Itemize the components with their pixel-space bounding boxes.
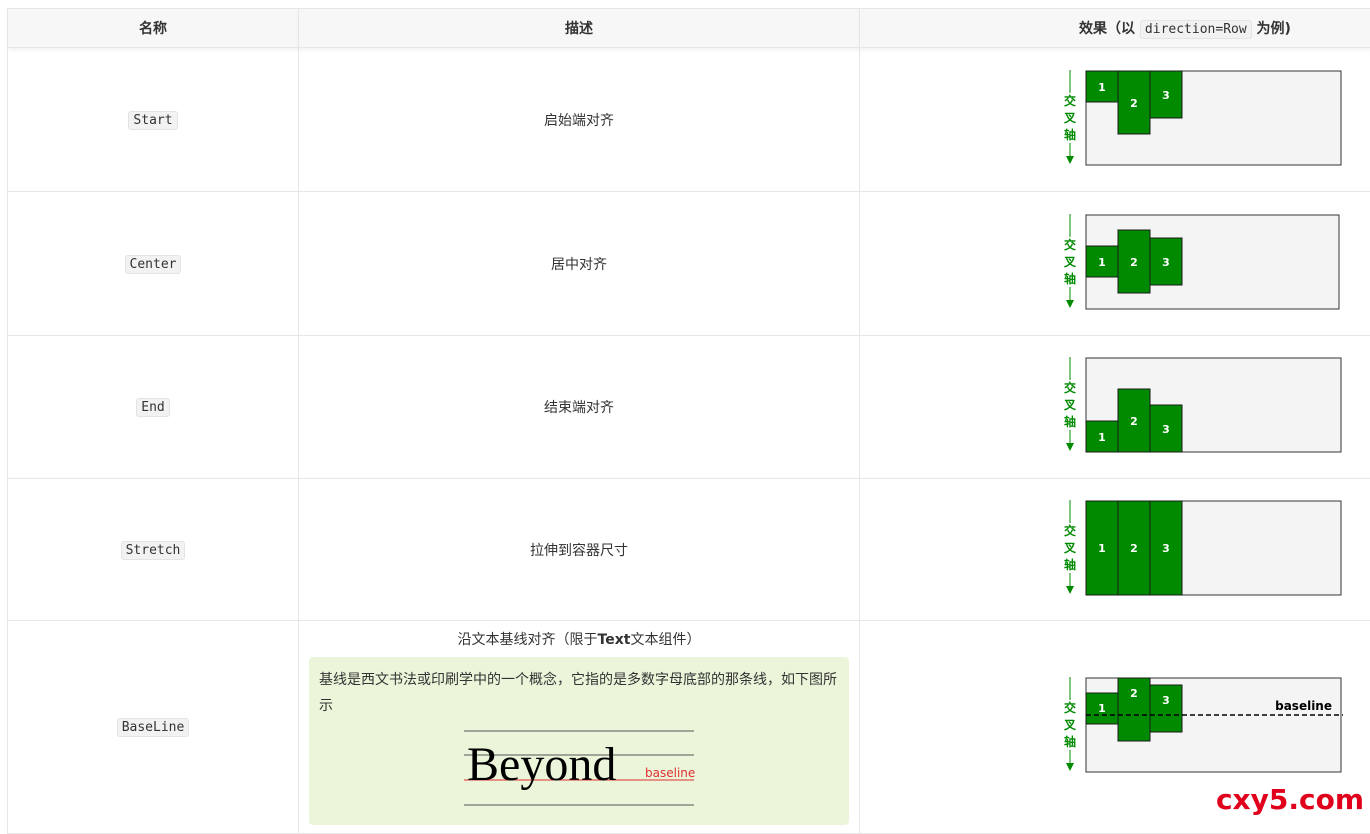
table-header-row: 名称 描述 效果（以 direction=Row 为例) [8,9,1370,48]
axis-label: 叉 [1063,398,1077,412]
item-label: 2 [1130,256,1138,269]
baseline-desc: 沿文本基线对齐（限于Text文本组件） [299,629,859,649]
axis-label: 交 [1064,380,1076,395]
cell-name: Center [8,192,299,336]
item-label: 2 [1130,415,1138,428]
axis-label: 轴 [1064,734,1076,749]
cell-name: Start [8,48,299,192]
axis-label: 叉 [1063,255,1077,269]
cell-desc: 居中对齐 [299,192,860,336]
diagram-center: 交 叉 轴 1 2 3 [1060,212,1350,312]
baseline-label: baseline [1275,699,1332,713]
figure-baseline-label: baseline [645,766,695,780]
diagram-end: 交 叉 轴 1 2 3 [1060,355,1350,455]
item-label: 2 [1130,97,1138,110]
baseline-figure: Beyond baseline [319,723,839,819]
header-effect-code: direction=Row [1140,20,1252,39]
cell-name: BaseLine [8,621,299,834]
header-effect: 效果（以 direction=Row 为例) [860,9,1370,48]
item-label: 3 [1162,694,1170,707]
align-name: Center [125,255,182,274]
baseline-desc-prefix: 沿文本基线对齐（限于 [458,632,598,648]
axis-label: 轴 [1064,557,1076,572]
axis-label: 叉 [1063,718,1077,732]
cell-name: End [8,336,299,479]
figure-word: Beyond [467,738,616,791]
item-label: 1 [1098,702,1106,715]
align-name: Stretch [121,541,186,560]
cell-desc: 结束端对齐 [299,336,860,479]
baseline-desc-suffix: 文本组件） [630,632,700,648]
diagram-start: 交 叉 轴 1 2 3 [1060,68,1350,168]
watermark: cxy5.com [1216,783,1364,816]
axis-label: 交 [1064,523,1076,538]
table-row: BaseLine 沿文本基线对齐（限于Text文本组件） 基线是西文书法或印刷学… [8,621,1370,834]
cell-desc: 沿文本基线对齐（限于Text文本组件） 基线是西文书法或印刷学中的一个概念，它指… [299,621,860,834]
axis-label: 叉 [1063,541,1077,555]
table-row: Start 启始端对齐 交 叉 轴 1 2 3 [8,48,1370,192]
item-label: 1 [1098,256,1106,269]
header-name: 名称 [8,9,299,48]
flex-align-table: 名称 描述 效果（以 direction=Row 为例) Start 启始端对齐… [7,8,1370,834]
cell-effect: 交 叉 轴 1 2 3 [860,48,1370,192]
baseline-note-text: 基线是西文书法或印刷学中的一个概念，它指的是多数字母底部的那条线，如下图所示 [319,667,839,719]
diagram-baseline: 交 叉 轴 1 2 3 baseline [1060,675,1350,775]
item-label: 2 [1130,687,1138,700]
axis-label: 轴 [1064,271,1076,286]
item-label: 1 [1098,81,1106,94]
table-row: End 结束端对齐 交 叉 轴 1 2 3 [8,336,1370,479]
cell-name: Stretch [8,479,299,621]
diagram-stretch: 交 叉 轴 1 2 3 [1060,498,1350,598]
table-row: Stretch 拉伸到容器尺寸 交 叉 轴 1 2 3 [8,479,1370,621]
header-effect-prefix: 效果（以 [1079,21,1135,37]
align-name: End [136,398,169,417]
axis-label: 交 [1064,237,1076,252]
cell-desc: 拉伸到容器尺寸 [299,479,860,621]
item-label: 3 [1162,89,1170,102]
cell-effect: 交 叉 轴 1 2 3 [860,336,1370,479]
flex-item [1150,685,1182,732]
axis-label: 叉 [1063,111,1077,125]
baseline-desc-bold: Text [598,632,631,648]
item-label: 2 [1130,542,1138,555]
cell-effect: 交 叉 轴 1 2 3 [860,479,1370,621]
cell-effect: 交 叉 轴 1 2 3 [860,192,1370,336]
axis-label: 交 [1064,93,1076,108]
item-label: 3 [1162,256,1170,269]
item-label: 3 [1162,423,1170,436]
header-effect-suffix: 为例) [1257,21,1291,37]
item-label: 1 [1098,431,1106,444]
axis-label: 交 [1064,700,1076,715]
header-desc: 描述 [299,9,860,48]
axis-label: 轴 [1064,127,1076,142]
baseline-note: 基线是西文书法或印刷学中的一个概念，它指的是多数字母底部的那条线，如下图所示 B… [309,657,849,825]
axis-label: 轴 [1064,414,1076,429]
item-label: 3 [1162,542,1170,555]
cell-desc: 启始端对齐 [299,48,860,192]
table-row: Center 居中对齐 交 叉 轴 1 2 3 [8,192,1370,336]
align-name: BaseLine [117,718,190,737]
item-label: 1 [1098,542,1106,555]
align-name: Start [128,111,177,130]
